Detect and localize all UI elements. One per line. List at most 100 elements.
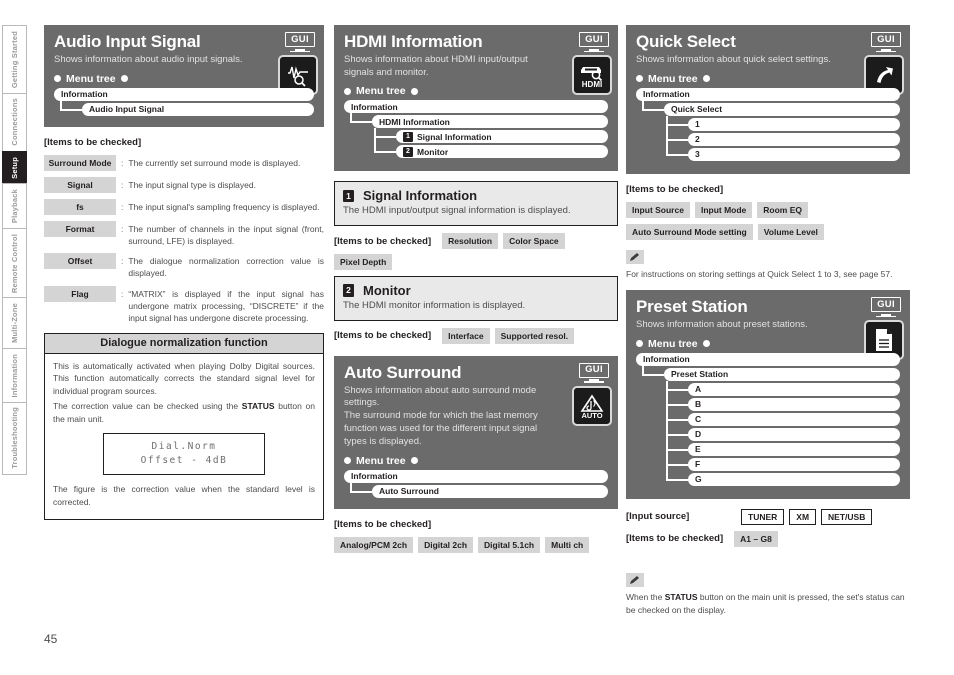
gui-badge-label: GUI [579, 32, 609, 47]
sidebar-item-connections[interactable]: Connections [2, 92, 27, 151]
chip-a1-g8: A1 – G8 [734, 530, 778, 547]
items-to-be-checked-heading: [Items to be checked] [44, 136, 142, 148]
section-subtitle: Shows information about audio input sign… [54, 53, 243, 65]
chip-digital-51ch: Digital 5.1ch [478, 536, 541, 553]
sidebar-item-playback[interactable]: Playback [2, 183, 27, 228]
tree-pill[interactable]: HDMI Information [372, 115, 608, 129]
item-colon: : [121, 157, 124, 168]
item-description: The number of channels in the input sign… [128, 223, 324, 246]
monitor-chips: [Items to be checked] Interface Supporte… [334, 327, 618, 344]
page-title: Audio Input Signal [54, 32, 201, 51]
signal-information-title: 1 Signal Information [343, 188, 609, 203]
chip-volume-level: Volume Level [757, 223, 824, 240]
tree-item-number: 1 [403, 131, 413, 142]
tree-pill[interactable]: B [688, 397, 900, 411]
section-hdmi-information: GUI HDMI HDMI Information Shows informat… [334, 25, 618, 172]
tree-pill[interactable]: Quick Select [664, 102, 900, 116]
gui-badge: GUI [285, 32, 315, 53]
item-colon: : [121, 179, 124, 190]
tree-pill[interactable]: A [688, 382, 900, 396]
item-key: Flag [44, 285, 116, 302]
dialogue-normalization-para1: This is automatically activated when pla… [53, 360, 315, 397]
tree-pill[interactable]: 2 [688, 132, 900, 146]
tree-pill[interactable]: C [688, 412, 900, 426]
monitor-number: 2 [343, 284, 354, 297]
tree-pill[interactable]: Information [636, 87, 900, 101]
tree-pill[interactable]: Information [344, 469, 608, 483]
tree-pill[interactable]: Information [54, 87, 314, 101]
tree-pill[interactable]: 1 [688, 117, 900, 131]
tree-row: 3 [636, 147, 900, 161]
item-colon: : [121, 223, 124, 234]
svg-text:AUTO: AUTO [581, 411, 602, 420]
tree-item-label: Monitor [417, 146, 449, 157]
pencil-icon [626, 572, 644, 587]
tree-connector [350, 490, 372, 493]
chip-interface: Interface [442, 327, 490, 344]
tree-pill[interactable]: Audio Input Signal [82, 102, 314, 116]
tree-pill[interactable]: Information [636, 352, 900, 366]
bullet-dot-icon [120, 75, 128, 82]
tree-pill[interactable]: F [688, 457, 900, 471]
menu-tree-label: Menu tree [344, 455, 608, 467]
chip-supported-resolution: Supported resol. [494, 327, 575, 344]
chip-analog-pcm-2ch: Analog/PCM 2ch [334, 536, 414, 553]
sidebar-item-label: Connections [10, 98, 19, 147]
tree-row: E [636, 442, 900, 456]
sidebar-item-remote-control[interactable]: Remote Control [2, 227, 27, 298]
sidebar-item-setup[interactable]: Setup [2, 150, 27, 184]
bullet-dot-icon [702, 340, 710, 348]
tree-connector [666, 448, 688, 451]
bullet-dot-icon [636, 75, 643, 82]
section-subtitle: Shows information about quick select set… [636, 53, 831, 65]
chip-resolution: Resolution [442, 233, 499, 250]
pencil-icon [626, 249, 644, 264]
tree-item-number: 2 [403, 146, 413, 157]
auto-surround-chips: Analog/PCM 2ch Digital 2ch Digital 5.1ch… [334, 536, 618, 553]
page-title: Auto Surround [344, 362, 462, 382]
section-subtitle: Shows information about auto surround mo… [344, 384, 538, 447]
tree-pill[interactable]: Auto Surround [372, 484, 608, 498]
bullet-dot-icon [702, 75, 710, 82]
para2-pre: The correction value can be checked usin… [53, 400, 242, 411]
tree-pill[interactable]: E [688, 442, 900, 456]
tree-pill[interactable]: 2 Monitor [396, 145, 608, 159]
gui-badge: GUI [871, 297, 901, 318]
tree-connector [666, 123, 688, 126]
tree-row: Quick Select [636, 102, 900, 116]
tree-pill[interactable]: 3 [688, 147, 900, 161]
chip-input-source: Input Source [626, 201, 690, 218]
chip-input-mode: Input Mode [694, 201, 753, 218]
section-audio-input-signal: GUI Audio Input Signal Shows information… [44, 25, 324, 127]
bullet-dot-icon [344, 87, 351, 95]
tree-pill[interactable]: 1 Signal Information [396, 130, 608, 144]
tree-row: D [636, 427, 900, 441]
sidebar-item-troubleshooting[interactable]: Troubleshooting [2, 401, 27, 475]
tree-connector [666, 463, 688, 466]
item-description: The input signal type is displayed. [128, 179, 256, 190]
tree-pill[interactable]: Preset Station [664, 367, 900, 381]
tree-row: Audio Input Signal [54, 102, 314, 116]
tree-connector [666, 138, 688, 141]
items-to-be-checked-heading: [Items to be checked] [626, 183, 724, 195]
preset-station-note: When the STATUS button on the main unit … [626, 591, 910, 617]
item-colon: : [121, 201, 124, 212]
bullet-dot-icon [410, 87, 418, 95]
preset-station-items-line: [Items to be checked] A1 – G8 [626, 530, 910, 547]
sidebar-item-getting-started[interactable]: Getting Started [2, 25, 27, 93]
item-key: Surround Mode [44, 154, 116, 171]
tree-pill[interactable]: G [688, 472, 900, 486]
monitor-label: Monitor [363, 283, 411, 299]
sidebar-item-multi-zone[interactable]: Multi-Zone [2, 297, 27, 348]
signal-information-chips: [Items to be checked] Resolution Color S… [334, 233, 618, 271]
sidebar-item-information[interactable]: Information [2, 347, 27, 402]
section-quick-select: GUI Quick Select Shows information about… [626, 25, 910, 174]
tree-pill[interactable]: Information [344, 100, 608, 114]
tree-connector [666, 418, 688, 421]
signal-information-box: 1 Signal Information The HDMI input/outp… [334, 181, 618, 227]
tree-row: Information [344, 469, 608, 483]
tree-pill[interactable]: D [688, 427, 900, 441]
dialogue-normalization-para2: The correction value can be checked usin… [53, 400, 315, 426]
gui-badge-base [584, 50, 604, 53]
item-key: Format [44, 220, 116, 237]
